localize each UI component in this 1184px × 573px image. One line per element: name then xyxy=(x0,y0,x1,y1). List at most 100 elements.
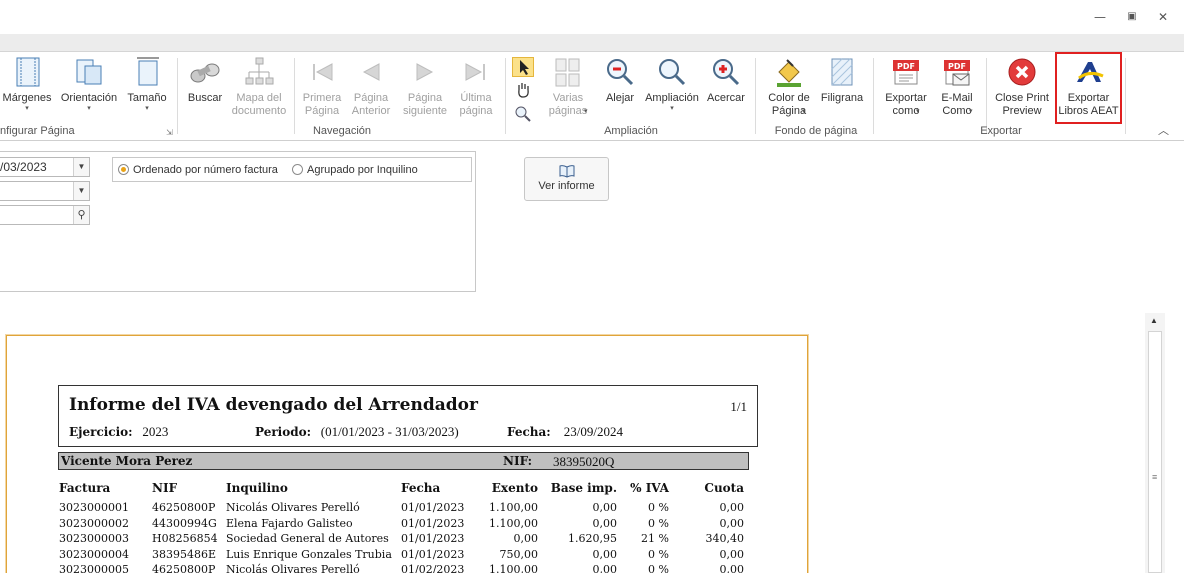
table-cell: 3023000004 xyxy=(59,547,129,561)
table-cell: 46250800P xyxy=(152,563,216,573)
orientation-icon xyxy=(76,59,102,85)
zoom-button[interactable]: Ampliación ▾ xyxy=(644,56,700,122)
zoom-icon xyxy=(659,59,686,86)
document-map-label: Mapa del documento xyxy=(231,92,287,117)
zoom-out-label: Alejar xyxy=(605,92,635,104)
radio-unselected-icon xyxy=(292,164,303,175)
book-icon xyxy=(559,165,574,178)
restore-icon[interactable]: ▣ xyxy=(1124,10,1140,24)
watermark-icon xyxy=(831,58,853,86)
secondary-combo[interactable]: ▼ xyxy=(0,181,90,201)
size-button[interactable]: Tamaño ▾ xyxy=(124,56,170,122)
margins-label: Márgenes xyxy=(2,92,52,104)
report-header-box: Informe del IVA devengado del Arrendador… xyxy=(58,385,758,447)
table-cell: 1.620,95 xyxy=(568,532,617,545)
export-aeat-books-button[interactable]: Exportar Libros AEAT xyxy=(1057,56,1120,122)
pointer-tools xyxy=(511,57,535,129)
table-cell: Luis Enrique Gonzales Trubia xyxy=(226,547,392,561)
print-preview-ribbon: Márgenes ▾ Orientación ▾ Tamaño ▾ nfigur… xyxy=(0,52,1184,141)
watermark-button[interactable]: Filigrana xyxy=(818,56,866,122)
scroll-up-icon[interactable]: ▲ xyxy=(1150,316,1158,325)
column-header: Fecha xyxy=(401,481,441,495)
vertical-scrollbar[interactable]: ▲ ≡ xyxy=(1145,313,1165,573)
table-cell: 1.100,00 xyxy=(489,501,538,514)
group-label-page-background: Fondo de página xyxy=(774,125,858,137)
radio-sort-by-invoice[interactable]: Ordenado por número factura xyxy=(118,163,278,177)
landlord-nif-label: NIF: xyxy=(503,454,533,468)
watermark-label: Filigrana xyxy=(820,92,864,104)
svg-text:PDF: PDF xyxy=(897,62,915,71)
previous-page-label: Página Anterior xyxy=(351,92,391,117)
table-cell: 01/01/2023 xyxy=(401,516,465,530)
document-map-button[interactable]: Mapa del documento xyxy=(229,56,289,122)
orientation-button[interactable]: Orientación ▾ xyxy=(58,56,120,122)
close-window-icon[interactable]: ✕ xyxy=(1155,10,1171,24)
export-as-button[interactable]: PDF Exportar como ▾ xyxy=(880,56,932,122)
date-combo[interactable]: /03/2023 ▼ xyxy=(0,157,90,177)
last-page-button[interactable]: Última página xyxy=(454,56,498,122)
zoom-out-icon xyxy=(607,59,634,86)
minimize-icon[interactable]: — xyxy=(1092,10,1108,24)
orientation-label: Orientación xyxy=(60,92,118,104)
chevron-down-icon[interactable]: ▼ xyxy=(73,182,89,200)
collapse-ribbon-icon[interactable]: ︿ xyxy=(1158,122,1169,138)
scroll-thumb[interactable]: ≡ xyxy=(1148,331,1162,573)
zoom-in-label: Acercar xyxy=(707,92,745,104)
close-print-preview-label: Close Print Preview xyxy=(995,92,1049,117)
radio-group-by-tenant[interactable]: Agrupado por Inquilino xyxy=(292,163,418,177)
group-label-page-setup: nfigurar Página xyxy=(0,125,75,137)
pdf-email-icon: PDF xyxy=(944,60,970,86)
group-label-navigation: Navegación xyxy=(312,125,372,137)
view-report-label: Ver informe xyxy=(538,180,595,192)
landlord-nif: 38395020Q xyxy=(553,454,615,469)
table-cell: 0 % xyxy=(648,501,669,514)
zoom-in-button[interactable]: Acercar xyxy=(704,56,748,122)
date-value: /03/2023 xyxy=(0,160,47,174)
pointer-tool-button[interactable] xyxy=(512,57,534,77)
first-page-label: Primera Página xyxy=(302,92,342,117)
table-cell: 0,00 xyxy=(592,516,618,530)
margins-button[interactable]: Márgenes ▾ xyxy=(0,56,54,122)
search-field[interactable]: ⚲ xyxy=(0,205,90,225)
table-cell: 0 % xyxy=(648,563,669,573)
previous-page-button[interactable]: Página Anterior xyxy=(347,56,395,122)
hand-tool-icon[interactable] xyxy=(514,81,532,99)
table-cell: 0,00 xyxy=(513,532,539,545)
search-icon[interactable]: ⚲ xyxy=(73,206,89,224)
email-as-label: E-Mail Como xyxy=(941,92,973,117)
zoom-label: Ampliación xyxy=(645,92,699,104)
page-color-label: Color de Página xyxy=(768,92,810,117)
binoculars-icon xyxy=(190,63,220,83)
multiple-pages-button[interactable]: Varias páginas ▾ xyxy=(540,56,596,122)
view-report-button[interactable]: Ver informe xyxy=(524,157,609,201)
grip-icon: ≡ xyxy=(1152,472,1158,482)
last-page-label: Última página xyxy=(459,92,493,117)
multiple-pages-icon xyxy=(555,58,580,87)
zoom-out-button[interactable]: Alejar xyxy=(600,56,640,122)
magnifier-tool-icon[interactable] xyxy=(514,105,532,123)
next-page-button[interactable]: Página siguiente xyxy=(398,56,452,122)
report-parameters-panel: /03/2023 ▼ ▼ ⚲ Ordenado por número factu… xyxy=(0,141,1184,303)
title-bar: — ▣ ✕ xyxy=(0,0,1184,34)
table-cell: 46250800P xyxy=(152,501,216,514)
page-color-button[interactable]: Color de Página ▾ xyxy=(762,56,816,122)
email-as-button[interactable]: PDF E-Mail Como ▾ xyxy=(934,56,980,122)
size-label: Tamaño xyxy=(127,92,167,104)
ribbon-tab-strip xyxy=(0,34,1184,52)
next-page-icon xyxy=(416,63,434,81)
export-as-label: Exportar como xyxy=(885,92,927,117)
close-print-preview-button[interactable]: Close Print Preview xyxy=(992,56,1052,122)
table-cell: 01/01/2023 xyxy=(401,547,465,561)
column-header: Cuota xyxy=(704,481,744,495)
search-button[interactable]: Buscar xyxy=(183,56,227,122)
chevron-down-icon[interactable]: ▼ xyxy=(73,158,89,176)
export-aeat-books-label: Exportar Libros AEAT xyxy=(1058,92,1119,117)
column-header: Exento xyxy=(491,481,538,495)
first-page-button[interactable]: Primera Página xyxy=(299,56,345,122)
next-page-label: Página siguiente xyxy=(402,92,448,117)
group-label-export: Exportar xyxy=(980,125,1022,137)
previous-page-icon xyxy=(362,63,380,81)
dialog-launcher-icon[interactable]: ⇲ xyxy=(166,128,173,137)
column-header: Inquilino xyxy=(226,481,288,495)
table-cell: 0 % xyxy=(648,516,669,530)
